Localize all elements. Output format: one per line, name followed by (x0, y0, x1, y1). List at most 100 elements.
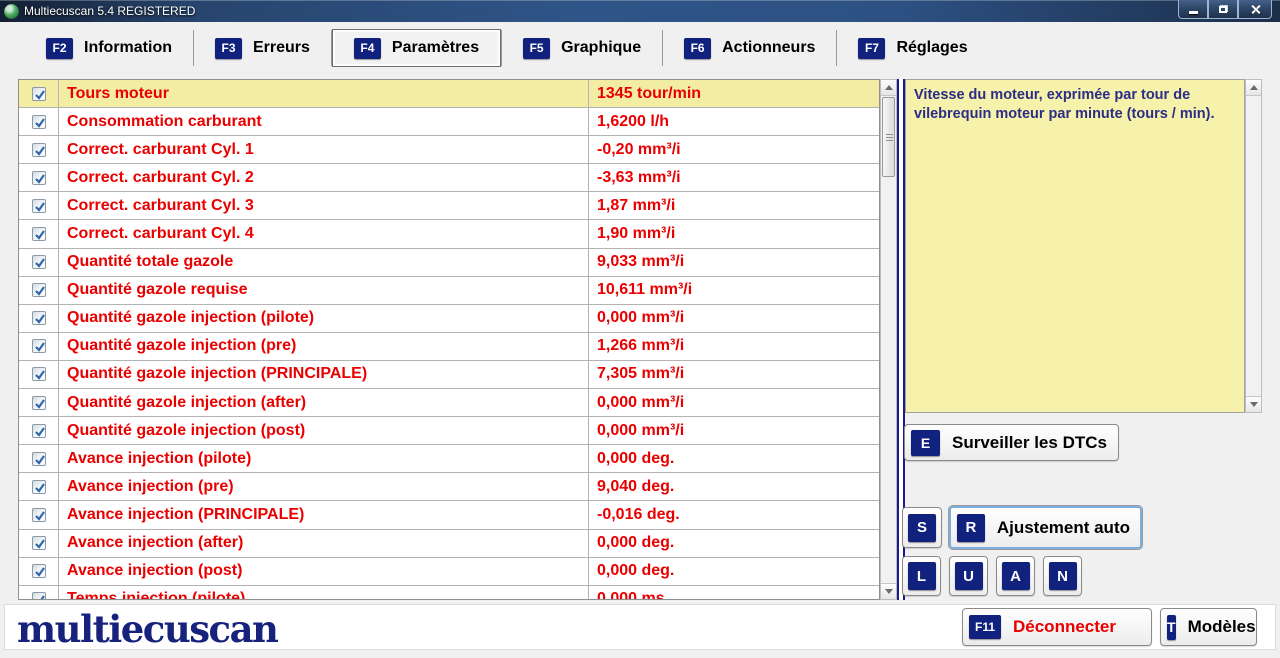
tab-key-badge: F3 (215, 38, 242, 59)
row-check-cell (19, 164, 59, 191)
table-row[interactable]: Quantité gazole injection (after) 0,000 … (19, 389, 879, 417)
tab-key-badge: F6 (684, 38, 711, 59)
checkmark-icon (34, 426, 46, 438)
table-row[interactable]: Avance injection (PRINCIPALE) -0,016 deg… (19, 501, 879, 529)
button-label: Ajustement auto (997, 518, 1130, 538)
tab-erreurs[interactable]: F3 Erreurs (194, 29, 331, 67)
table-row[interactable]: Correct. carburant Cyl. 1 -0,20 mm³/i (19, 136, 879, 164)
key-badge-n: N (1049, 562, 1077, 590)
scroll-up-button[interactable] (881, 80, 896, 96)
parameter-value: 7,305 mm³/i (589, 361, 879, 388)
a-key-button[interactable]: A (996, 556, 1035, 596)
table-row[interactable]: Quantité gazole requise 10,611 mm³/i (19, 277, 879, 305)
row-checkbox[interactable] (32, 171, 46, 185)
l-key-button[interactable]: L (902, 556, 941, 596)
row-checkbox[interactable] (32, 396, 46, 410)
tab-reglages[interactable]: F7 Réglages (837, 29, 988, 67)
parameter-name: Correct. carburant Cyl. 1 (59, 136, 589, 163)
minimize-button[interactable] (1178, 0, 1208, 19)
row-checkbox[interactable] (32, 592, 46, 600)
parameter-value: 0,000 deg. (589, 445, 879, 472)
close-button[interactable] (1238, 0, 1272, 19)
scrollbar-grip-icon (886, 137, 893, 138)
disconnect-button[interactable]: F11 Déconnecter (962, 608, 1152, 646)
parameter-value: -3,63 mm³/i (589, 164, 879, 191)
arrow-up-icon (1250, 85, 1258, 90)
scrollbar-thumb[interactable] (882, 97, 895, 177)
row-check-cell (19, 80, 59, 107)
parameter-value: 9,033 mm³/i (589, 249, 879, 276)
table-row[interactable]: Quantité gazole injection (PRINCIPALE) 7… (19, 361, 879, 389)
scroll-down-button[interactable] (1246, 396, 1261, 412)
row-checkbox[interactable] (32, 480, 46, 494)
monitor-dtcs-button[interactable]: E Surveiller les DTCs (904, 424, 1119, 461)
key-badge-l: L (908, 562, 936, 590)
table-row[interactable]: Quantité gazole injection (pilote) 0,000… (19, 305, 879, 333)
table-row[interactable]: Consommation carburant 1,6200 l/h (19, 108, 879, 136)
checkmark-icon (34, 313, 46, 325)
tab-label: Actionneurs (722, 39, 815, 57)
scroll-down-button[interactable] (881, 583, 896, 599)
tab-key-badge: F5 (523, 38, 550, 59)
parameter-name: Correct. carburant Cyl. 3 (59, 192, 589, 219)
s-key-button[interactable]: S (902, 507, 942, 548)
tab-actionneurs[interactable]: F6 Actionneurs (663, 29, 836, 67)
parameter-value: 0,000 deg. (589, 558, 879, 585)
row-checkbox[interactable] (32, 255, 46, 269)
description-scrollbar[interactable] (1245, 79, 1262, 413)
row-check-cell (19, 445, 59, 472)
table-row[interactable]: Quantité totale gazole 9,033 mm³/i (19, 249, 879, 277)
restore-button[interactable] (1208, 0, 1238, 19)
table-row[interactable]: Avance injection (after) 0,000 deg. (19, 530, 879, 558)
u-key-button[interactable]: U (949, 556, 988, 596)
table-row[interactable]: Quantité gazole injection (pre) 1,266 mm… (19, 333, 879, 361)
row-checkbox[interactable] (32, 508, 46, 522)
row-checkbox[interactable] (32, 339, 46, 353)
tab-parametres[interactable]: F4 Paramètres (332, 29, 501, 67)
table-row[interactable]: Quantité gazole injection (post) 0,000 m… (19, 417, 879, 445)
n-key-button[interactable]: N (1043, 556, 1082, 596)
row-checkbox[interactable] (32, 536, 46, 550)
parameter-value: 1,87 mm³/i (589, 192, 879, 219)
row-checkbox[interactable] (32, 227, 46, 241)
row-checkbox[interactable] (32, 564, 46, 578)
row-checkbox[interactable] (32, 311, 46, 325)
row-checkbox[interactable] (32, 367, 46, 381)
row-checkbox[interactable] (32, 143, 46, 157)
row-checkbox[interactable] (32, 452, 46, 466)
row-checkbox[interactable] (32, 87, 46, 101)
row-check-cell (19, 220, 59, 247)
parameter-name: Quantité gazole requise (59, 277, 589, 304)
tab-label: Paramètres (392, 39, 479, 57)
tab-graphique[interactable]: F5 Graphique (502, 29, 662, 67)
key-badge-f11: F11 (969, 615, 1001, 639)
scroll-up-button[interactable] (1246, 80, 1261, 96)
table-row[interactable]: Correct. carburant Cyl. 3 1,87 mm³/i (19, 192, 879, 220)
table-row[interactable]: Tours moteur 1345 tour/min (19, 80, 879, 108)
row-check-cell (19, 473, 59, 500)
row-checkbox[interactable] (32, 199, 46, 213)
table-row[interactable]: Avance injection (post) 0,000 deg. (19, 558, 879, 586)
tab-bar: F2 Information F3 Erreurs F4 Paramètres … (25, 29, 989, 67)
row-checkbox[interactable] (32, 115, 46, 129)
parameter-name: Avance injection (PRINCIPALE) (59, 501, 589, 528)
parameter-name: Tours moteur (59, 80, 589, 107)
auto-adjust-button[interactable]: R Ajustement auto (949, 506, 1142, 549)
row-checkbox[interactable] (32, 424, 46, 438)
tab-information[interactable]: F2 Information (25, 29, 193, 67)
key-badge-s: S (908, 514, 936, 542)
parameter-name: Correct. carburant Cyl. 2 (59, 164, 589, 191)
table-row[interactable]: Avance injection (pilote) 0,000 deg. (19, 445, 879, 473)
table-row[interactable]: Avance injection (pre) 9,040 deg. (19, 473, 879, 501)
row-checkbox[interactable] (32, 283, 46, 297)
table-row[interactable]: Correct. carburant Cyl. 4 1,90 mm³/i (19, 220, 879, 248)
checkmark-icon (34, 145, 46, 157)
models-button[interactable]: T Modèles (1160, 608, 1257, 646)
table-row[interactable]: Correct. carburant Cyl. 2 -3,63 mm³/i (19, 164, 879, 192)
parameter-name: Quantité gazole injection (pilote) (59, 305, 589, 332)
parameter-value: 0,000 mm³/i (589, 417, 879, 444)
row-check-cell (19, 108, 59, 135)
checkmark-icon (34, 454, 46, 466)
table-scrollbar[interactable] (880, 79, 897, 600)
table-row[interactable]: Temps injection (pilote) 0,000 ms (19, 586, 879, 600)
